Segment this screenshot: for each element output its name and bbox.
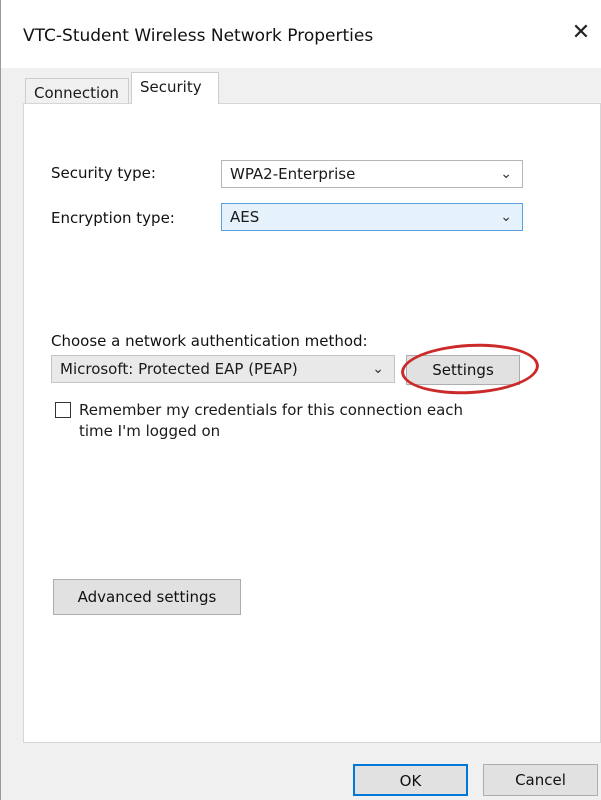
close-icon[interactable]: ✕ (564, 16, 598, 50)
ok-button[interactable]: OK (353, 764, 468, 796)
tab-security[interactable]: Security (131, 72, 219, 104)
auth-method-label: Choose a network authentication method: (51, 332, 368, 350)
encryption-type-select[interactable]: AES ⌄ (221, 203, 523, 231)
advanced-settings-button[interactable]: Advanced settings (53, 579, 241, 615)
security-type-label: Security type: (51, 164, 156, 182)
remember-credentials-label: Remember my credentials for this connect… (79, 401, 464, 440)
encryption-type-value: AES (230, 208, 260, 226)
auth-method-value: Microsoft: Protected EAP (PEAP) (60, 360, 298, 378)
settings-button[interactable]: Settings (406, 355, 520, 385)
tab-security-label: Security (140, 78, 202, 96)
remember-credentials-checkbox[interactable] (55, 402, 71, 418)
security-type-value: WPA2-Enterprise (230, 165, 356, 183)
encryption-type-label: Encryption type: (51, 209, 175, 227)
dialog-title: VTC-Student Wireless Network Properties (23, 26, 374, 46)
chevron-down-icon: ⌄ (500, 209, 512, 225)
tab-connection-label: Connection (34, 84, 119, 102)
chevron-down-icon: ⌄ (500, 166, 512, 182)
tab-connection[interactable]: Connection (25, 78, 129, 104)
auth-method-select[interactable]: Microsoft: Protected EAP (PEAP) ⌄ (51, 355, 395, 383)
chevron-down-icon: ⌄ (372, 361, 384, 377)
title-bar: VTC-Student Wireless Network Properties … (1, 0, 601, 68)
security-type-select[interactable]: WPA2-Enterprise ⌄ (221, 160, 523, 188)
properties-dialog: VTC-Student Wireless Network Properties … (0, 0, 601, 800)
cancel-button[interactable]: Cancel (483, 764, 598, 796)
